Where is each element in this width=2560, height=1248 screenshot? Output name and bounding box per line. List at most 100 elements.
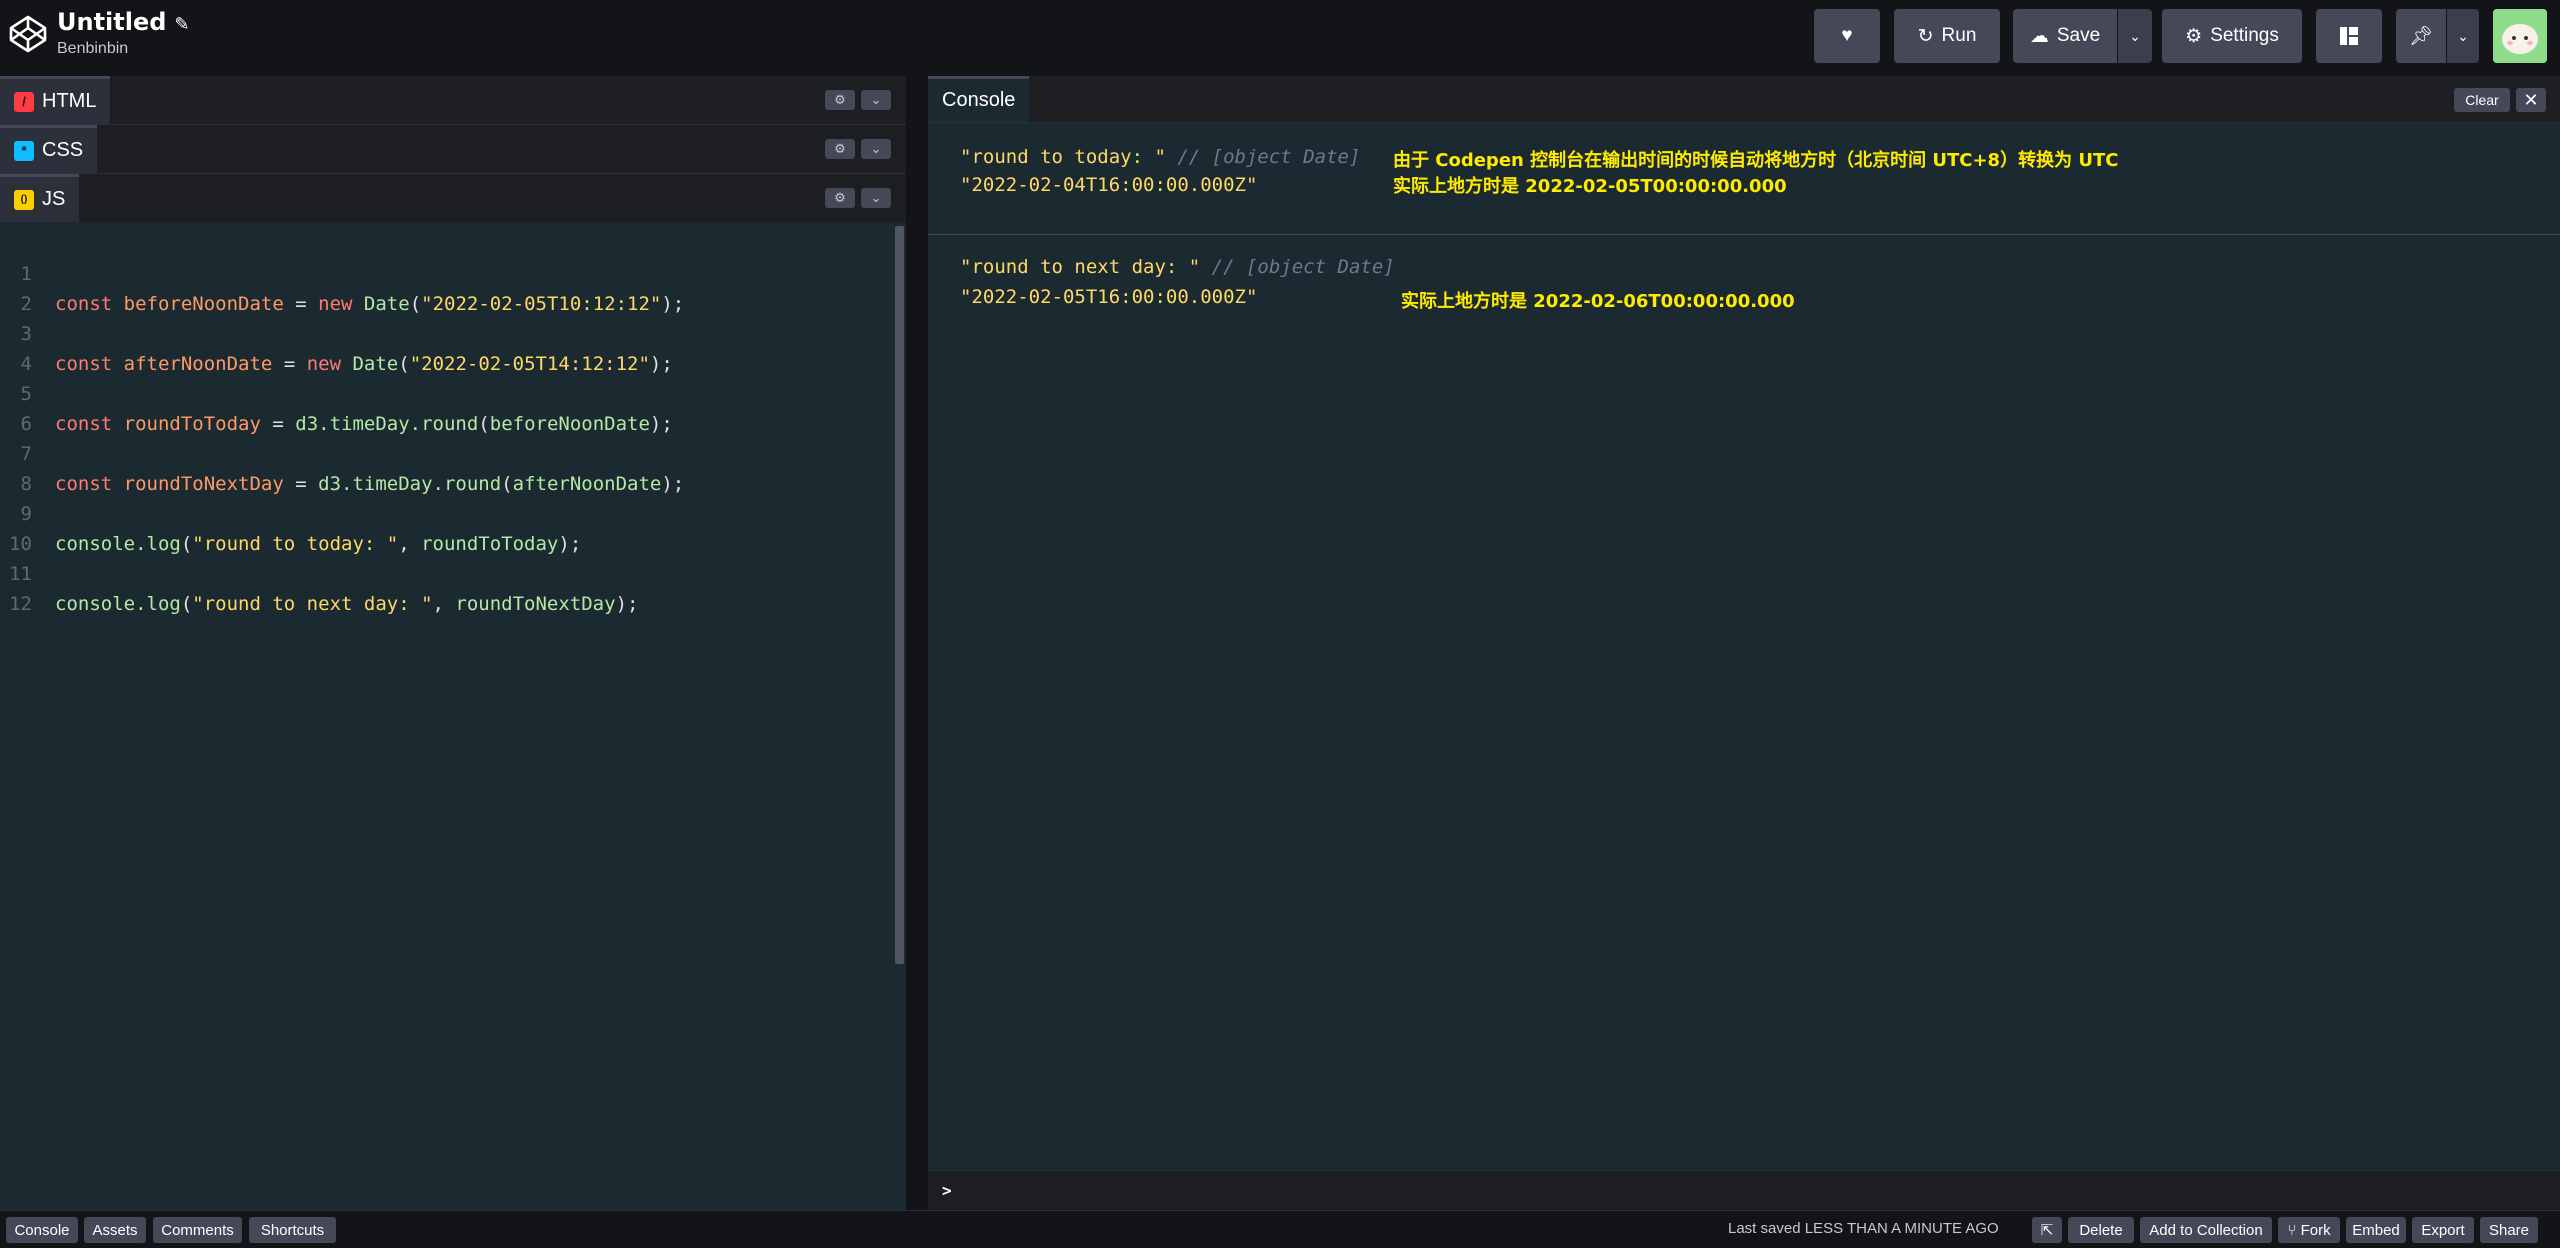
footer-assets-button[interactable]: Assets: [84, 1217, 146, 1243]
code-line: 5 const roundToToday = d3.timeDay.round(…: [0, 349, 894, 435]
footer-shortcuts-button[interactable]: Shortcuts: [249, 1217, 336, 1243]
avatar-image: [2493, 9, 2547, 63]
app-header: Untitled ✎ Benbinbin ♥ ↻ Run ☁ Save ⌄ ⚙ S…: [0, 0, 2560, 75]
chevron-down-icon: ⌄: [2129, 27, 2141, 44]
last-saved-status: Last saved LESS THAN A MINUTE AGO: [1728, 1220, 1999, 1237]
settings-label: Settings: [2210, 25, 2279, 46]
last-saved-value: LESS THAN A MINUTE AGO: [1804, 1220, 1999, 1237]
pin-menu-button[interactable]: ⌄: [2447, 9, 2479, 63]
chevron-down-icon: ⌄: [870, 141, 882, 157]
gear-icon: ⚙: [2185, 25, 2203, 47]
js-code-editor[interactable]: 1 const beforeNoonDate = new Date("2022-…: [0, 222, 894, 1210]
open-external-button[interactable]: ⇱: [2032, 1217, 2062, 1243]
app-footer: Console Assets Comments Shortcuts Last s…: [0, 1210, 2560, 1248]
refresh-icon: ↻: [1917, 25, 1934, 47]
annotation-local-time-note: 实际上地方时是 2022-02-05T00:00:00.000: [1393, 176, 1787, 197]
js-icon: (): [14, 189, 34, 210]
chevron-down-icon: ⌄: [2457, 27, 2469, 44]
annotation-utc-note: 由于 Codepen 控制台在输出时间的时候自动将地方时（北京时间 UTC+8）…: [1393, 150, 2119, 171]
layout-icon: [2340, 27, 2358, 45]
save-menu-button[interactable]: ⌄: [2118, 9, 2152, 63]
code-line: 9 console.log("round to today: ", roundT…: [0, 469, 894, 555]
fork-label: Fork: [2300, 1221, 2331, 1239]
pencil-icon[interactable]: ✎: [174, 10, 189, 40]
html-collapse-button[interactable]: ⌄: [861, 90, 891, 110]
js-settings-button[interactable]: ⚙: [825, 188, 855, 208]
annotation-local-time-note: 实际上地方时是 2022-02-06T00:00:00.000: [1401, 291, 1795, 312]
console-prompt: >: [942, 1181, 952, 1200]
heart-icon: ♥: [1841, 25, 1853, 46]
pen-title-text[interactable]: Untitled: [57, 8, 166, 36]
pen-title[interactable]: Untitled ✎: [57, 7, 190, 40]
html-editor-header: / HTML ⚙ ⌄: [0, 76, 906, 125]
last-saved-prefix: Last saved: [1728, 1220, 1801, 1237]
log-label: "round to next day: ": [960, 256, 1201, 278]
fork-icon: ⑂: [2287, 1221, 2297, 1239]
export-button[interactable]: Export: [2412, 1217, 2474, 1243]
save-button[interactable]: ☁ Save: [2013, 9, 2117, 63]
css-collapse-button[interactable]: ⌄: [861, 139, 891, 159]
layout-button[interactable]: [2316, 9, 2382, 63]
log-comment: // [object Date]: [1211, 256, 1395, 278]
code-line: 7 const roundToNextDay = d3.timeDay.roun…: [0, 409, 894, 495]
gear-icon: ⚙: [834, 190, 846, 206]
clear-console-button[interactable]: Clear: [2454, 88, 2510, 112]
embed-button[interactable]: Embed: [2346, 1217, 2406, 1243]
chevron-down-icon: ⌄: [870, 190, 882, 206]
heart-button[interactable]: ♥: [1814, 9, 1880, 63]
delete-button[interactable]: Delete: [2068, 1217, 2134, 1243]
tab-js[interactable]: () JS: [0, 174, 80, 222]
console-panel: Console Clear ✕ "round to today: " // [o…: [928, 76, 2560, 1211]
share-button[interactable]: Share: [2480, 1217, 2538, 1243]
code-line: 1 const beforeNoonDate = new Date("2022-…: [0, 229, 894, 315]
run-button[interactable]: ↻ Run: [1894, 9, 2000, 63]
close-icon: ✕: [2523, 89, 2539, 110]
log-comment: // [object Date]: [1177, 146, 1361, 168]
css-editor-header: * CSS ⚙ ⌄: [0, 125, 906, 174]
tab-js-label: JS: [42, 188, 66, 210]
code-line: 6: [0, 379, 894, 435]
pane-resizer[interactable]: [906, 76, 928, 1210]
code-line: 10: [0, 499, 894, 555]
fork-button[interactable]: ⑂ Fork: [2278, 1217, 2340, 1243]
codepen-logo-icon[interactable]: [8, 14, 48, 54]
tab-css-label: CSS: [42, 139, 84, 161]
footer-comments-button[interactable]: Comments: [153, 1217, 242, 1243]
pin-button[interactable]: 📌︎: [2396, 9, 2446, 63]
log-value: "2022-02-04T16:00:00.000Z": [960, 174, 1258, 196]
chevron-down-icon: ⌄: [870, 92, 882, 108]
gear-icon: ⚙: [834, 92, 846, 108]
console-input[interactable]: >: [928, 1170, 2560, 1211]
console-divider: [928, 234, 2560, 235]
settings-button[interactable]: ⚙ Settings: [2162, 9, 2302, 63]
gear-icon: ⚙: [834, 141, 846, 157]
console-header: Console Clear ✕: [928, 76, 2560, 123]
tab-html-label: HTML: [42, 90, 97, 112]
code-line: 4: [0, 319, 894, 375]
js-collapse-button[interactable]: ⌄: [861, 188, 891, 208]
editor-scrollbar-thumb[interactable]: [895, 226, 904, 964]
external-link-icon: ⇱: [2040, 1222, 2054, 1239]
pen-author[interactable]: Benbinbin: [57, 40, 128, 58]
line-number: 12: [9, 593, 32, 615]
code-line: 8: [0, 439, 894, 495]
pin-icon: 📌︎: [2408, 26, 2434, 47]
code-line: 2: [0, 259, 894, 315]
save-label: Save: [2056, 25, 2101, 46]
js-editor-header: () JS ⚙ ⌄: [0, 174, 906, 223]
footer-console-button[interactable]: Console: [6, 1217, 78, 1243]
html-settings-button[interactable]: ⚙: [825, 90, 855, 110]
css-settings-button[interactable]: ⚙: [825, 139, 855, 159]
user-avatar[interactable]: [2493, 9, 2547, 63]
tab-html[interactable]: / HTML: [0, 76, 111, 124]
close-console-button[interactable]: ✕: [2516, 88, 2546, 112]
cloud-icon: ☁: [2029, 25, 2049, 47]
tab-console[interactable]: Console: [928, 76, 1030, 122]
html-icon: /: [14, 91, 34, 112]
code-line: 3 const afterNoonDate = new Date("2022-0…: [0, 289, 894, 375]
log-value: "2022-02-05T16:00:00.000Z": [960, 286, 1258, 308]
add-to-collection-button[interactable]: Add to Collection: [2140, 1217, 2272, 1243]
run-label: Run: [1941, 25, 1977, 46]
tab-css[interactable]: * CSS: [0, 125, 98, 173]
log-label: "round to today: ": [960, 146, 1166, 168]
